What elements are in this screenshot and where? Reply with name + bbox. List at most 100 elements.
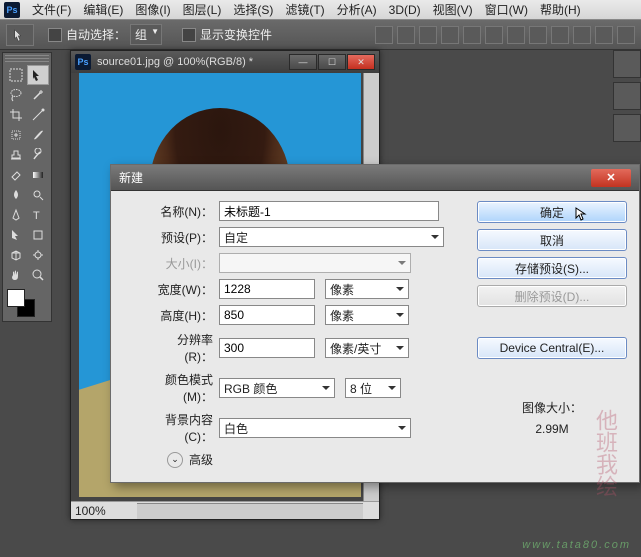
eyedropper-tool-icon[interactable] — [27, 105, 49, 125]
width-label: 宽度(W)： — [123, 281, 219, 298]
doc-logo-icon: Ps — [75, 54, 91, 70]
panel-tab[interactable] — [613, 50, 641, 78]
size-select — [219, 253, 411, 273]
cursor-icon — [574, 206, 590, 225]
menu-layer[interactable]: 图层(L) — [177, 1, 228, 18]
distribute-icon[interactable] — [617, 26, 635, 44]
show-transform-checkbox[interactable] — [182, 28, 196, 42]
distribute-icon[interactable] — [573, 26, 591, 44]
distribute-icon[interactable] — [507, 26, 525, 44]
hand-tool-icon[interactable] — [5, 265, 27, 285]
size-label: 大小(I)： — [123, 255, 219, 272]
dialog-title: 新建 — [119, 169, 591, 186]
tool-preset-picker[interactable] — [6, 24, 34, 46]
marquee-tool-icon[interactable] — [5, 65, 27, 85]
distribute-icon[interactable] — [551, 26, 569, 44]
panel-grip[interactable] — [5, 55, 49, 63]
horizontal-scrollbar[interactable] — [137, 503, 363, 519]
history-brush-tool-icon[interactable] — [27, 145, 49, 165]
advanced-toggle[interactable]: ⌄ — [167, 452, 183, 468]
height-input[interactable] — [219, 305, 315, 325]
healing-tool-icon[interactable] — [5, 125, 27, 145]
menu-image[interactable]: 图像(I) — [129, 1, 176, 18]
shape-tool-icon[interactable] — [27, 225, 49, 245]
move-tool-icon[interactable] — [27, 65, 49, 85]
menu-view[interactable]: 视图(V) — [427, 1, 479, 18]
auto-select-target[interactable]: 组 — [130, 24, 162, 45]
align-icon[interactable] — [463, 26, 481, 44]
zoom-tool-icon[interactable] — [27, 265, 49, 285]
distribute-icon[interactable] — [595, 26, 613, 44]
menu-select[interactable]: 选择(S) — [227, 1, 279, 18]
color-swatches[interactable] — [5, 289, 49, 319]
magic-wand-tool-icon[interactable] — [27, 85, 49, 105]
crop-tool-icon[interactable] — [5, 105, 27, 125]
distribute-icon[interactable] — [529, 26, 547, 44]
app-logo: Ps — [4, 2, 20, 18]
align-icon[interactable] — [485, 26, 503, 44]
preset-select[interactable]: 自定 — [219, 227, 444, 247]
dialog-titlebar[interactable]: 新建 ✕ — [111, 165, 639, 191]
panel-tab[interactable] — [613, 82, 641, 110]
height-label: 高度(H)： — [123, 307, 219, 324]
menu-filter[interactable]: 滤镜(T) — [279, 1, 330, 18]
background-select[interactable]: 白色 — [219, 418, 411, 438]
menu-3d[interactable]: 3D(D) — [383, 3, 427, 17]
resolution-label: 分辨率(R)： — [123, 331, 219, 365]
width-unit-select[interactable]: 像素 — [325, 279, 409, 299]
align-icon[interactable] — [441, 26, 459, 44]
menu-window[interactable]: 窗口(W) — [479, 1, 534, 18]
height-unit-select[interactable]: 像素 — [325, 305, 409, 325]
dialog-close-button[interactable]: ✕ — [591, 169, 631, 187]
align-icon[interactable] — [419, 26, 437, 44]
blur-tool-icon[interactable] — [5, 185, 27, 205]
menu-file[interactable]: 文件(F) — [26, 1, 77, 18]
menu-help[interactable]: 帮助(H) — [534, 1, 587, 18]
lasso-tool-icon[interactable] — [5, 85, 27, 105]
3d-camera-tool-icon[interactable] — [27, 245, 49, 265]
name-input[interactable] — [219, 201, 439, 221]
new-document-dialog: 新建 ✕ 名称(N)： 预设(P)： 自定 大小(I)： 宽度(W)： — [110, 164, 640, 483]
maximize-button[interactable]: ☐ — [318, 54, 346, 70]
eraser-tool-icon[interactable] — [5, 165, 27, 185]
watermark-url: www.tata80.com — [522, 539, 631, 551]
dodge-tool-icon[interactable] — [27, 185, 49, 205]
resolution-unit-select[interactable]: 像素/英寸 — [325, 338, 409, 358]
brush-tool-icon[interactable] — [27, 125, 49, 145]
tools-panel: T — [2, 52, 52, 322]
delete-preset-button: 删除预设(D)... — [477, 285, 627, 307]
gradient-tool-icon[interactable] — [27, 165, 49, 185]
bit-depth-select[interactable]: 8 位 — [345, 378, 401, 398]
svg-text:T: T — [33, 210, 40, 222]
document-title: source01.jpg @ 100%(RGB/8) * — [97, 56, 289, 68]
foreground-color[interactable] — [7, 289, 25, 307]
options-bar: 自动选择： 组 显示变换控件 — [0, 20, 641, 50]
zoom-level[interactable]: 100% — [75, 504, 135, 518]
document-titlebar[interactable]: Ps source01.jpg @ 100%(RGB/8) * — ☐ ✕ — [71, 51, 379, 73]
type-tool-icon[interactable]: T — [27, 205, 49, 225]
save-preset-button[interactable]: 存储预设(S)... — [477, 257, 627, 279]
watermark-graphic: 他班我绘 — [589, 409, 621, 497]
ok-button[interactable]: 确定 — [477, 201, 627, 223]
width-input[interactable] — [219, 279, 315, 299]
resolution-input[interactable] — [219, 338, 315, 358]
minimize-button[interactable]: — — [289, 54, 317, 70]
path-select-tool-icon[interactable] — [5, 225, 27, 245]
background-label: 背景内容(C)： — [123, 411, 219, 445]
close-button[interactable]: ✕ — [347, 54, 375, 70]
menu-analysis[interactable]: 分析(A) — [331, 1, 383, 18]
align-icon[interactable] — [397, 26, 415, 44]
panel-tab[interactable] — [613, 114, 641, 142]
cancel-button[interactable]: 取消 — [477, 229, 627, 251]
menu-bar: Ps 文件(F) 编辑(E) 图像(I) 图层(L) 选择(S) 滤镜(T) 分… — [0, 0, 641, 20]
auto-select-checkbox[interactable] — [48, 28, 62, 42]
3d-tool-icon[interactable] — [5, 245, 27, 265]
color-mode-label: 颜色模式(M)： — [123, 371, 219, 405]
preset-label: 预设(P)： — [123, 229, 219, 246]
menu-edit[interactable]: 编辑(E) — [77, 1, 129, 18]
device-central-button[interactable]: Device Central(E)... — [477, 337, 627, 359]
align-icon[interactable] — [375, 26, 393, 44]
color-mode-select[interactable]: RGB 颜色 — [219, 378, 335, 398]
pen-tool-icon[interactable] — [5, 205, 27, 225]
stamp-tool-icon[interactable] — [5, 145, 27, 165]
